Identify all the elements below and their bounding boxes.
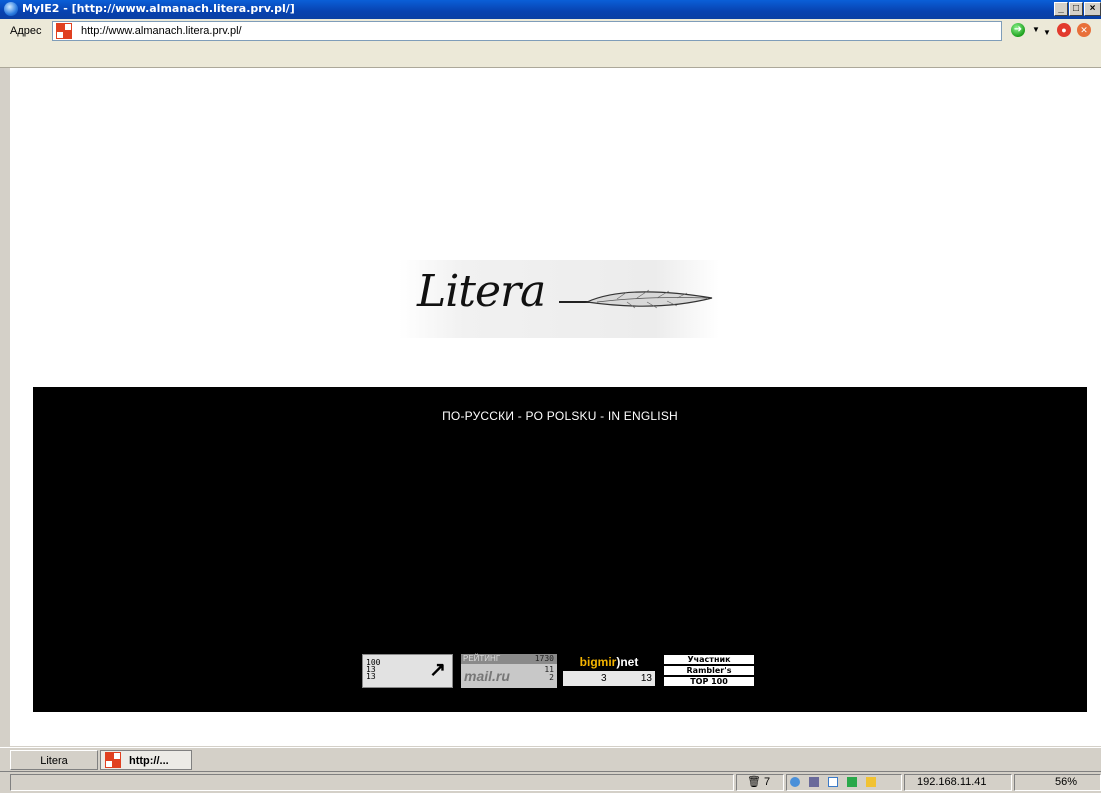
- logo-text: Litera: [417, 266, 546, 317]
- trash-count: 7: [764, 776, 771, 788]
- tab-label: http://...: [129, 755, 169, 767]
- address-dropdown-icon[interactable]: ▼: [1041, 26, 1053, 40]
- address-toolbar: Адрес http://www.almanach.litera.prv.pl/…: [0, 19, 1101, 68]
- rambler-top100-badge[interactable]: Участник Rambler's TOP 100: [661, 654, 757, 688]
- separator: -: [514, 409, 526, 423]
- tab-litera[interactable]: Litera: [10, 750, 98, 770]
- rambler-line: Участник: [664, 655, 754, 664]
- counter-badge-1[interactable]: 100 13 13 ↗: [362, 654, 453, 688]
- tab-favicon-icon: [105, 752, 121, 768]
- trash-icon: 🗑: [747, 776, 761, 788]
- clipboard-icon[interactable]: [866, 777, 877, 788]
- tab-current[interactable]: http://...: [100, 750, 192, 770]
- security-icon[interactable]: [790, 777, 800, 788]
- mailru-stats: 11 2: [544, 665, 554, 682]
- print-icon[interactable]: [809, 777, 820, 788]
- rambler-line: TOP 100: [664, 677, 754, 686]
- address-field[interactable]: http://www.almanach.litera.prv.pl/ ▼: [52, 21, 1053, 41]
- arrow-icon: ↗: [429, 659, 446, 681]
- ip-address: 192.168.11.41: [904, 774, 1012, 791]
- bigmir-brand: bigmir)net: [579, 655, 639, 669]
- forward-icon[interactable]: [847, 777, 858, 788]
- go-icon[interactable]: ➜: [1011, 23, 1025, 37]
- address-url: http://www.almanach.litera.prv.pl/: [81, 25, 242, 37]
- mailru-brand: mail.ru: [464, 668, 510, 684]
- bigmir-stats: 3 13: [563, 671, 655, 686]
- bigmir-counter[interactable]: bigmir)net 3 13: [561, 654, 657, 688]
- minimize-button[interactable]: _: [1054, 2, 1068, 16]
- site-favicon-icon: [56, 23, 72, 39]
- zoom-level[interactable]: 56%: [1014, 774, 1101, 791]
- maximize-button[interactable]: □: [1069, 2, 1083, 16]
- window-icon[interactable]: [828, 777, 839, 788]
- browser-icon: [4, 2, 18, 16]
- stop-icon[interactable]: ●: [1057, 23, 1071, 37]
- go-dropdown-icon[interactable]: ▼: [1032, 25, 1040, 34]
- link-russian[interactable]: ПО-РУССКИ: [442, 409, 514, 423]
- link-polish[interactable]: PO POLSKU: [525, 409, 596, 423]
- window-title: MyIE2 - [http://www.almanach.litera.prv.…: [22, 2, 295, 15]
- main-panel: ПО-РУССКИ - PO POLSKU - IN ENGLISH 100 1…: [33, 387, 1087, 712]
- status-icons: [786, 774, 902, 791]
- link-english[interactable]: IN ENGLISH: [608, 409, 678, 423]
- close-page-icon[interactable]: ✕: [1077, 23, 1091, 37]
- separator: -: [596, 409, 608, 423]
- status-text: [10, 774, 734, 791]
- counter-line: 13: [366, 672, 376, 681]
- trash-counter[interactable]: 🗑 7: [736, 774, 784, 791]
- language-links: ПО-РУССКИ - PO POLSKU - IN ENGLISH: [33, 409, 1087, 423]
- mailru-counter[interactable]: РЕЙТИНГ 1730 mail.ru 11 2: [461, 654, 557, 688]
- window-titlebar: MyIE2 - [http://www.almanach.litera.prv.…: [0, 0, 1101, 19]
- page-content: Litera ПО-РУССКИ - PO POLSKU - IN ENGLIS…: [10, 68, 1101, 746]
- feather-icon: [559, 289, 713, 309]
- address-label: Адрес: [10, 25, 42, 37]
- litera-logo: Litera: [399, 260, 719, 338]
- status-bar: 🗑 7 192.168.11.41 56%: [0, 771, 1101, 793]
- close-window-button[interactable]: ×: [1084, 2, 1101, 16]
- tab-bar: Litera http://...: [0, 747, 1101, 772]
- mailru-value: 1730: [534, 654, 554, 663]
- rambler-line: Rambler's: [664, 666, 754, 675]
